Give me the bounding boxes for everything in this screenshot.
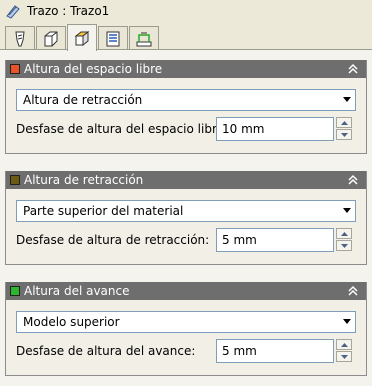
- tab-passes[interactable]: [98, 26, 128, 50]
- tab-geometry[interactable]: [36, 26, 66, 50]
- tab-tool[interactable]: [5, 26, 35, 50]
- clearance-offset-input[interactable]: 10 mm: [216, 117, 334, 141]
- arrow-down-icon: [340, 354, 348, 359]
- color-swatch: [10, 175, 20, 185]
- input-value: 10 mm: [222, 122, 265, 136]
- tool-icon: [15, 31, 25, 46]
- spin-down-button[interactable]: [336, 240, 352, 251]
- chevron-down-icon: [343, 319, 351, 324]
- chevron-down-icon: [343, 208, 351, 213]
- tab-heights[interactable]: [67, 24, 97, 51]
- offset-label: Desfase de altura del espacio libre:: [16, 122, 229, 136]
- arrow-up-icon: [340, 231, 348, 236]
- feed-offset-spinner: 5 mm: [216, 339, 354, 363]
- linking-icon: [136, 32, 152, 46]
- spin-down-button[interactable]: [336, 129, 352, 140]
- spin-up-button[interactable]: [336, 339, 352, 350]
- passes-icon: [106, 31, 120, 46]
- arrow-down-icon: [340, 243, 348, 248]
- chevron-down-icon: [343, 97, 351, 102]
- retract-offset-input[interactable]: 5 mm: [216, 228, 334, 252]
- collapse-icon[interactable]: [347, 173, 359, 187]
- offset-label: Desfase de altura de retracción:: [16, 233, 210, 247]
- select-value: Altura de retracción: [23, 93, 143, 107]
- tab-strip: [0, 24, 372, 51]
- spin-up-button[interactable]: [336, 228, 352, 239]
- feed-offset-input[interactable]: 5 mm: [216, 339, 334, 363]
- clearance-offset-spinner: 10 mm: [216, 117, 354, 141]
- panel-title: Altura del espacio libre: [24, 62, 163, 76]
- tab-linking[interactable]: [129, 26, 159, 50]
- spin-down-button[interactable]: [336, 351, 352, 362]
- color-swatch: [10, 286, 20, 296]
- offset-label: Desfase de altura del avance:: [16, 344, 196, 358]
- select-value: Parte superior del material: [23, 204, 184, 218]
- window-title: Trazo : Trazo1: [27, 4, 110, 18]
- retract-offset-spinner: 5 mm: [216, 228, 354, 252]
- color-swatch: [10, 64, 20, 74]
- collapse-icon[interactable]: [347, 284, 359, 298]
- retract-height-panel: Altura de retracción Parte superior del …: [5, 171, 367, 265]
- input-value: 5 mm: [222, 233, 257, 247]
- arrow-down-icon: [340, 132, 348, 137]
- panel-header[interactable]: Altura del espacio libre: [6, 60, 366, 78]
- arrow-up-icon: [340, 120, 348, 125]
- title-bar: Trazo : Trazo1: [0, 0, 372, 22]
- retract-height-select[interactable]: Parte superior del material: [16, 200, 356, 222]
- input-value: 5 mm: [222, 344, 257, 358]
- clearance-height-select[interactable]: Altura de retracción: [16, 89, 356, 111]
- arrow-up-icon: [340, 342, 348, 347]
- feed-height-select[interactable]: Modelo superior: [16, 311, 356, 333]
- feed-height-panel: Altura del avance Modelo superior Desfas…: [5, 282, 367, 376]
- collapse-icon[interactable]: [347, 62, 359, 76]
- toolpath-icon: [6, 5, 20, 19]
- cube-heights-icon: [74, 30, 90, 47]
- panel-header[interactable]: Altura de retracción: [6, 171, 366, 189]
- panel-header[interactable]: Altura del avance: [6, 282, 366, 300]
- select-value: Modelo superior: [23, 315, 120, 329]
- panel-title: Altura de retracción: [24, 173, 144, 187]
- panel-title: Altura del avance: [24, 284, 130, 298]
- spin-up-button[interactable]: [336, 117, 352, 128]
- cube-outline-icon: [44, 31, 58, 46]
- clearance-height-panel: Altura del espacio libre Altura de retra…: [5, 60, 367, 154]
